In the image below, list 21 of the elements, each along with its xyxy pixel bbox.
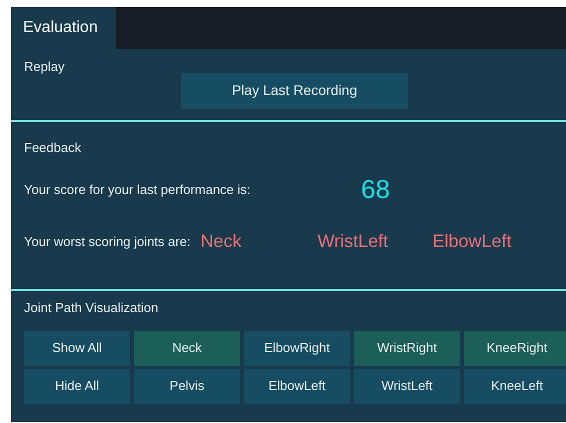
section-heading: Replay	[24, 58, 64, 76]
section-heading: Joint Path Visualization	[24, 299, 158, 317]
worst-joint: ElbowLeft	[432, 230, 512, 253]
worst-joint: WristLeft	[317, 230, 390, 253]
section-heading: Feedback	[24, 139, 82, 157]
action-button[interactable]: Show All	[24, 330, 130, 366]
joint-toggle[interactable]: KneeRight	[464, 330, 566, 366]
joint-toggle[interactable]: KneeLeft	[464, 368, 566, 404]
joint-toggle[interactable]: ElbowLeft	[244, 368, 350, 404]
worst-joints-label: Your worst scoring joints are:	[24, 232, 190, 251]
tab[interactable]: Evaluation	[11, 7, 116, 49]
score-label: Your score for your last performance is:	[24, 180, 252, 199]
action-button[interactable]: Hide All	[24, 368, 130, 404]
joint-toggle[interactable]: Pelvis	[134, 368, 240, 404]
worst-joint: Neck	[200, 230, 242, 253]
score-value: 68	[361, 173, 390, 206]
joint-toggle[interactable]: ElbowRight	[244, 330, 350, 366]
joint-toggle[interactable]: Neck	[134, 330, 240, 366]
joint-toggle[interactable]: WristLeft	[354, 368, 460, 404]
play-recording-button[interactable]: Play Last Recording	[181, 72, 408, 108]
joint-toggle[interactable]: WristRight	[354, 330, 460, 366]
